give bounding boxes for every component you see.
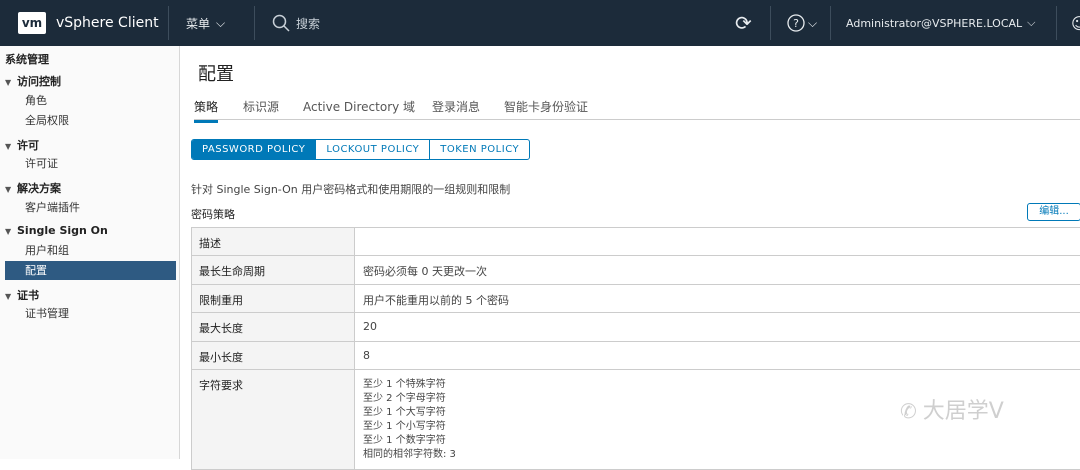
caret-down-icon: ▼ bbox=[5, 292, 12, 301]
section-title: 密码策略 bbox=[191, 208, 235, 221]
chevron-down-icon: ⌵ bbox=[808, 15, 818, 30]
policy-description: 针对 Single Sign-On 用户密码格式和使用期限的一组规则和限制 bbox=[191, 183, 511, 196]
row-key: 描述 bbox=[192, 228, 355, 255]
user-menu[interactable]: Administrator@VSPHERE.LOCAL ⌵ bbox=[846, 0, 1036, 46]
sidebar-group-label: 访问控制 bbox=[17, 75, 61, 88]
table-row: 最长生命周期 密码必须每 0 天更改一次 bbox=[192, 256, 1080, 285]
sidebar-header: 系统管理 bbox=[5, 53, 49, 66]
sidebar-group-label: 证书 bbox=[17, 289, 39, 302]
char-requirement: 至少 1 个特殊字符 bbox=[363, 379, 446, 390]
policy-segmented-control: PASSWORD POLICY LOCKOUT POLICY TOKEN POL… bbox=[191, 139, 531, 160]
svg-text:?: ? bbox=[793, 17, 799, 30]
sidebar-group-label: 许可 bbox=[17, 139, 39, 152]
page-title: 配置 bbox=[198, 64, 234, 85]
segment-password-policy[interactable]: PASSWORD POLICY bbox=[192, 140, 316, 159]
char-requirement: 至少 1 个小写字符 bbox=[363, 421, 446, 432]
char-requirement: 相同的相邻字符数: 3 bbox=[363, 449, 456, 460]
policy-grid: 描述 最长生命周期 密码必须每 0 天更改一次 限制重用 用户不能重用以前的 5… bbox=[191, 227, 1080, 470]
sidebar-group-sso[interactable]: ▼ Single Sign On bbox=[5, 224, 108, 237]
smiley-icon[interactable]: ☺ bbox=[1071, 0, 1080, 46]
divider bbox=[168, 6, 169, 40]
char-requirement: 至少 2 个字母字符 bbox=[363, 393, 446, 404]
chevron-down-icon: ⌵ bbox=[1027, 16, 1036, 29]
watermark-text: 大居学V bbox=[922, 399, 1004, 424]
sidebar-group-access-control[interactable]: ▼ 访问控制 bbox=[5, 73, 61, 89]
watermark: ✆ 大居学V bbox=[900, 393, 1004, 425]
help-menu[interactable]: ? ⌵ bbox=[787, 0, 817, 46]
search-icon bbox=[272, 14, 290, 32]
divider bbox=[830, 6, 831, 40]
row-key: 限制重用 bbox=[192, 285, 355, 312]
divider bbox=[1056, 6, 1057, 40]
table-row: 限制重用 用户不能重用以前的 5 个密码 bbox=[192, 285, 1080, 313]
app-title: vSphere Client bbox=[56, 15, 159, 31]
tab-smart-card[interactable]: 智能卡身份验证 bbox=[504, 98, 588, 115]
char-requirement: 至少 1 个大写字符 bbox=[363, 407, 446, 418]
sidebar-item-roles[interactable]: 角色 bbox=[5, 91, 176, 110]
segment-token-policy[interactable]: TOKEN POLICY bbox=[429, 140, 529, 159]
sidebar-group-solutions[interactable]: ▼ 解决方案 bbox=[5, 180, 61, 196]
vmware-logo: vm bbox=[18, 12, 46, 34]
row-key: 最小长度 bbox=[192, 342, 355, 369]
refresh-icon[interactable]: ⟳ bbox=[735, 0, 752, 46]
divider bbox=[254, 6, 255, 40]
caret-down-icon: ▼ bbox=[5, 227, 12, 236]
tab-policies[interactable]: 策略 bbox=[194, 98, 219, 123]
row-value: 用户不能重用以前的 5 个密码 bbox=[363, 294, 509, 307]
segment-lockout-policy[interactable]: LOCKOUT POLICY bbox=[315, 140, 429, 159]
chevron-down-icon: ⌵ bbox=[216, 15, 226, 30]
sidebar-group-label: 解决方案 bbox=[17, 182, 61, 195]
search-input[interactable]: 搜索 bbox=[272, 0, 320, 46]
search-placeholder: 搜索 bbox=[296, 16, 321, 31]
menu-label: 菜单 bbox=[186, 16, 211, 31]
menu-dropdown[interactable]: 菜单 ⌵ bbox=[186, 0, 225, 46]
tab-identity-sources[interactable]: 标识源 bbox=[243, 98, 279, 115]
tab-active-directory[interactable]: Active Directory 域 bbox=[303, 98, 415, 115]
caret-down-icon: ▼ bbox=[5, 185, 12, 194]
sidebar-item-certificate-management[interactable]: 证书管理 bbox=[5, 304, 176, 323]
user-name: Administrator@VSPHERE.LOCAL bbox=[846, 16, 1023, 30]
sidebar-item-client-plugins[interactable]: 客户端插件 bbox=[5, 198, 176, 217]
row-key: 最长生命周期 bbox=[192, 256, 355, 284]
sidebar: 系统管理 ▼ 访问控制 角色 全局权限 ▼ 许可 许可证 ▼ 解决方案 客户端插件 ▼… bbox=[0, 46, 180, 459]
char-requirements-list: 至少 1 个特殊字符 至少 2 个字母字符 至少 1 个大写字符 至少 1 个小… bbox=[363, 378, 456, 462]
table-row: 描述 bbox=[192, 228, 1080, 256]
tab-bar: 策略 标识源 Active Directory 域 登录消息 智能卡身份验证 bbox=[194, 96, 1080, 123]
sidebar-group-certificates[interactable]: ▼ 证书 bbox=[5, 287, 39, 303]
row-value: 8 bbox=[363, 349, 370, 362]
table-row: 最小长度 8 bbox=[192, 342, 1080, 370]
table-row: 最大长度 20 bbox=[192, 313, 1080, 342]
sidebar-item-global-permissions[interactable]: 全局权限 bbox=[5, 111, 176, 130]
row-value: 20 bbox=[363, 320, 377, 333]
wechat-icon: ✆ bbox=[900, 399, 917, 423]
sidebar-group-label: Single Sign On bbox=[17, 224, 108, 237]
row-key: 最大长度 bbox=[192, 313, 355, 341]
top-header: vm vSphere Client 菜单 ⌵ 搜索 ⟳ ? ⌵ Administ… bbox=[0, 0, 1080, 46]
tab-login-message[interactable]: 登录消息 bbox=[432, 98, 480, 115]
caret-down-icon: ▼ bbox=[5, 78, 12, 87]
row-value bbox=[356, 228, 370, 242]
sidebar-item-licenses[interactable]: 许可证 bbox=[5, 154, 176, 173]
edit-button[interactable]: 编辑... bbox=[1027, 203, 1080, 221]
divider bbox=[770, 6, 771, 40]
sidebar-group-licensing[interactable]: ▼ 许可 bbox=[5, 137, 39, 153]
row-key: 字符要求 bbox=[192, 370, 355, 469]
sidebar-item-configuration[interactable]: 配置 bbox=[5, 261, 176, 280]
caret-down-icon: ▼ bbox=[5, 142, 12, 151]
help-icon: ? bbox=[787, 14, 805, 32]
row-value: 密码必须每 0 天更改一次 bbox=[363, 265, 487, 278]
char-requirement: 至少 1 个数字字符 bbox=[363, 435, 446, 446]
sidebar-item-users-groups[interactable]: 用户和组 bbox=[5, 241, 176, 260]
